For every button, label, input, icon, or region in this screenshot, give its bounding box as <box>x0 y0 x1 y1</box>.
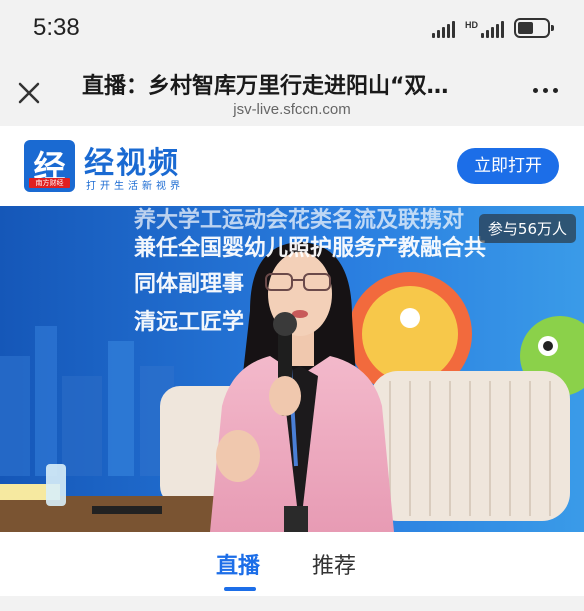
logo-tag: 南方财经 <box>29 178 70 188</box>
brand-slogan: 打开生活新视界 <box>86 181 184 192</box>
content-area <box>0 596 584 611</box>
participants-badge: 参与56万人 <box>478 214 576 243</box>
page-title: 直播：乡村智库万里行走进阳山“双… <box>82 74 449 99</box>
status-bar: 5:38 HD <box>0 0 584 58</box>
backdrop-text-line-2: 兼任全国婴幼儿照护服务产教融合共 <box>134 236 487 261</box>
signal-label: HD <box>465 20 478 30</box>
tab-bar: 直播 推荐 <box>0 532 584 596</box>
brand-name: 经视频 <box>84 146 180 181</box>
battery-fill <box>518 22 533 34</box>
backdrop-text-line-3: 同体副理事 <box>134 272 245 297</box>
active-tab-indicator <box>224 587 256 591</box>
page-url: jsv-live.sfccn.com <box>233 101 351 118</box>
status-time: 5:38 <box>33 14 80 41</box>
battery-cap <box>551 25 554 31</box>
cell-signal-hd-icon: HD <box>465 20 504 38</box>
cell-signal-icon <box>432 20 455 38</box>
live-video-player[interactable]: 养大学工运动会花类名流及联携对 兼任全国婴幼儿照护服务产教融合共 同体副理事 清… <box>0 206 584 532</box>
status-icons: HD <box>432 18 554 38</box>
app-banner: 经 南方财经 经视频 打开生活新视界 立即打开 <box>0 126 584 206</box>
battery-icon <box>514 18 554 38</box>
more-icon[interactable] <box>533 88 558 93</box>
tab-live[interactable]: 直播 <box>216 548 260 580</box>
tab-recommend[interactable]: 推荐 <box>312 548 356 580</box>
browser-title-bar: 直播：乡村智库万里行走进阳山“双… jsv-live.sfccn.com <box>0 58 584 126</box>
backdrop-text-line-4: 清远工匠学 <box>134 310 245 335</box>
open-app-button[interactable]: 立即打开 <box>457 148 559 184</box>
app-logo: 经 南方财经 <box>24 140 75 192</box>
